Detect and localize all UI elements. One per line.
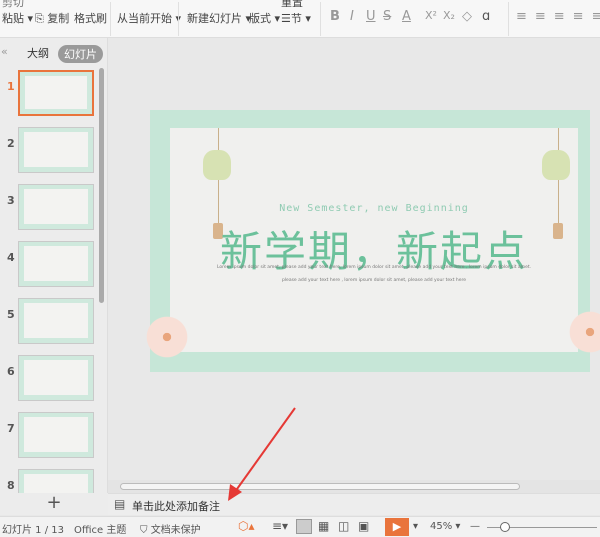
slide-thumbnail[interactable] bbox=[18, 298, 94, 344]
slide-thumbnail[interactable] bbox=[18, 241, 94, 287]
slide-thumbnail-number: 4 bbox=[7, 251, 15, 264]
slide-thumbnail[interactable] bbox=[18, 70, 94, 116]
thumbnail-preview bbox=[24, 303, 88, 338]
divider bbox=[110, 2, 111, 36]
status-bar: 幻灯片 1 / 13 Office 主题 ⛉ 文档未保护 ⬡▴ ≡▾ ▦ ◫ ▣… bbox=[0, 516, 600, 537]
paste-label: 粘贴 bbox=[2, 12, 24, 25]
slide-counter: 幻灯片 1 / 13 bbox=[2, 525, 64, 536]
protection-status[interactable]: ⛉ 文档未保护 bbox=[140, 521, 201, 536]
tab-outline[interactable]: 大纲 bbox=[27, 45, 49, 61]
thumbnail-preview bbox=[25, 76, 87, 109]
wind-chime-right bbox=[542, 150, 570, 180]
flower-decoration bbox=[142, 315, 192, 359]
play-options-icon[interactable]: ▾ bbox=[413, 521, 418, 532]
collapse-panel-icon[interactable]: « bbox=[1, 45, 8, 58]
layout-button[interactable]: 版式 ▾ bbox=[249, 10, 280, 26]
zoom-out-button[interactable]: — bbox=[470, 521, 480, 532]
strikethrough-button[interactable]: S bbox=[383, 9, 391, 24]
bold-button[interactable]: B bbox=[330, 9, 340, 24]
layout-label: 版式 bbox=[249, 12, 271, 25]
beautify-icon[interactable]: ⬡▴ bbox=[238, 519, 255, 533]
ribbon-toolbar: 剪切 粘贴 ▾ ⎘ 复制 格式刷 从当前开始 ▾ 新建幻灯片 ▾ 版式 ▾ 重置… bbox=[0, 0, 600, 38]
slide-thumbnail[interactable] bbox=[18, 184, 94, 230]
divider bbox=[508, 2, 509, 36]
slide-thumbnail[interactable] bbox=[18, 355, 94, 401]
italic-button[interactable]: I bbox=[350, 9, 354, 24]
new-slide-label: 新建幻灯片 bbox=[187, 12, 242, 25]
format-painter-button[interactable]: 格式刷 bbox=[74, 10, 107, 26]
notes-placeholder[interactable]: 单击此处添加备注 bbox=[132, 498, 220, 514]
slide-body-line: please add your text here , lorem ipsum … bbox=[281, 278, 467, 283]
slide-thumbnail-number: 8 bbox=[7, 479, 15, 492]
thumbnail-preview bbox=[24, 417, 88, 452]
from-current-label: 从当前开始 bbox=[117, 12, 172, 25]
add-slide-button[interactable]: + bbox=[0, 493, 108, 515]
text-effect-button[interactable]: ɑ bbox=[482, 9, 490, 24]
slide-sorter-icon[interactable]: ▦ bbox=[318, 519, 329, 533]
cut-button[interactable]: 剪切 bbox=[2, 0, 24, 10]
slide-subtitle: New Semester, new Beginning bbox=[279, 203, 469, 214]
notes-area[interactable]: ▤ 单击此处添加备注 bbox=[108, 493, 600, 515]
wind-chime-left bbox=[203, 150, 231, 180]
new-slide-button[interactable]: 新建幻灯片 ▾ bbox=[187, 10, 251, 26]
reading-view-icon[interactable]: ◫ bbox=[338, 519, 349, 533]
zoom-level[interactable]: 45% ▾ bbox=[430, 521, 460, 532]
thumbnail-preview bbox=[24, 360, 88, 395]
underline-button[interactable]: U bbox=[366, 9, 376, 24]
clear-format-button[interactable]: ◇ bbox=[462, 9, 472, 24]
subscript-button[interactable]: X₂ bbox=[443, 9, 455, 22]
reset-button[interactable]: 重置 bbox=[281, 0, 303, 10]
slide-thumbnail[interactable] bbox=[18, 412, 94, 458]
protection-label: 文档未保护 bbox=[150, 525, 201, 536]
section-label: 节 bbox=[290, 12, 302, 25]
horizontal-scroll-thumb[interactable] bbox=[120, 483, 520, 490]
copy-label: 复制 bbox=[47, 12, 70, 25]
align-buttons-icon[interactable]: ≡≡≡≡≡ bbox=[516, 9, 600, 24]
font-color-button[interactable]: A bbox=[402, 9, 411, 24]
slide-content-area: New Semester, new Beginning 新学期，新起点 Lore… bbox=[170, 128, 578, 352]
slide-thumbnail-number: 6 bbox=[7, 365, 15, 378]
zoom-slider-handle[interactable] bbox=[500, 522, 510, 532]
slide-canvas[interactable]: New Semester, new Beginning 新学期，新起点 Lore… bbox=[142, 110, 600, 372]
slide-thumbnail-number: 5 bbox=[7, 308, 15, 321]
presenter-view-icon[interactable]: ▣ bbox=[358, 519, 369, 533]
panel-scrollbar[interactable] bbox=[99, 68, 104, 303]
slide-thumbnail-number: 3 bbox=[7, 194, 15, 207]
zoom-value: 45% bbox=[430, 521, 453, 532]
from-current-button[interactable]: 从当前开始 ▾ bbox=[117, 10, 181, 26]
slide-thumbnail[interactable] bbox=[18, 127, 94, 173]
thumbnail-preview bbox=[24, 132, 88, 167]
copy-button[interactable]: ⎘ 复制 bbox=[35, 10, 69, 26]
theme-name[interactable]: Office 主题 bbox=[74, 521, 126, 536]
slide-thumbnail-number: 2 bbox=[7, 137, 15, 150]
normal-view-icon[interactable] bbox=[296, 519, 312, 534]
thumbnail-preview bbox=[24, 189, 88, 224]
slide-thumbnail-number: 1 bbox=[7, 80, 15, 93]
notes-icon: ▤ bbox=[114, 497, 126, 511]
play-slideshow-button[interactable]: ▶ bbox=[385, 518, 409, 536]
notes-toggle-icon[interactable]: ≡▾ bbox=[272, 519, 288, 533]
slide-thumbnail-number: 7 bbox=[7, 422, 15, 435]
tab-slides[interactable]: 幻灯片 bbox=[58, 45, 103, 63]
section-button[interactable]: ☰节 ▾ bbox=[281, 10, 311, 26]
divider bbox=[320, 2, 321, 36]
red-arrow-annotation bbox=[228, 407, 296, 501]
divider bbox=[178, 2, 179, 36]
slide-body-line: Lorem ipsum dolor sit amet, please add y… bbox=[216, 265, 532, 270]
superscript-button[interactable]: X² bbox=[425, 9, 437, 22]
thumbnail-preview bbox=[24, 246, 88, 281]
paste-button[interactable]: 粘贴 ▾ bbox=[2, 10, 33, 26]
